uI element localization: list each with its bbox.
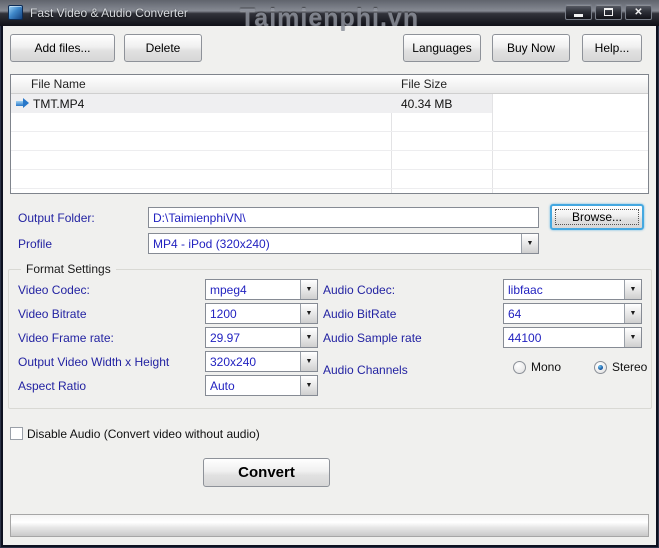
convert-button[interactable]: Convert xyxy=(203,458,330,487)
disable-audio-checkbox[interactable] xyxy=(10,427,23,440)
empty-row xyxy=(11,151,648,170)
radio-stereo-label: Stereo xyxy=(612,360,648,374)
output-size-value: 320x240 xyxy=(210,355,257,369)
video-codec-select[interactable]: mpeg4 ▼ xyxy=(205,279,318,300)
video-bitrate-select[interactable]: 1200 ▼ xyxy=(205,303,318,324)
buy-now-button[interactable]: Buy Now xyxy=(492,34,570,62)
aspect-ratio-value: Auto xyxy=(210,379,235,393)
window-controls: ✕ xyxy=(565,4,652,20)
minimize-icon xyxy=(574,13,583,17)
browse-button[interactable]: Browse... xyxy=(550,204,644,230)
chevron-down-icon: ▼ xyxy=(624,328,641,347)
output-folder-input[interactable] xyxy=(148,207,539,228)
close-button[interactable]: ✕ xyxy=(625,4,652,20)
chevron-down-icon: ▼ xyxy=(624,304,641,323)
chevron-down-icon: ▼ xyxy=(300,352,317,371)
output-size-label: Output Video Width x Height xyxy=(18,355,170,369)
client-area: Add files... Delete Languages Buy Now He… xyxy=(3,26,656,545)
file-size-cell: 40.34 MB xyxy=(401,97,453,111)
video-codec-label: Video Codec: xyxy=(18,283,90,297)
aspect-ratio-select[interactable]: Auto ▼ xyxy=(205,375,318,396)
video-frame-rate-label: Video Frame rate: xyxy=(18,331,114,345)
empty-row xyxy=(11,170,648,189)
empty-row xyxy=(11,113,648,132)
column-header-file-name[interactable]: File Name xyxy=(31,77,86,91)
minimize-button[interactable] xyxy=(565,4,592,20)
empty-row xyxy=(11,132,648,151)
chevron-down-icon: ▼ xyxy=(521,234,538,253)
radio-mono-icon xyxy=(513,360,526,374)
audio-sample-rate-value: 44100 xyxy=(508,331,542,345)
audio-channels-label: Audio Channels xyxy=(323,363,408,377)
chevron-down-icon: ▼ xyxy=(300,304,317,323)
add-files-button[interactable]: Add files... xyxy=(10,34,115,62)
audio-sample-rate-select[interactable]: 44100 ▼ xyxy=(503,327,642,348)
chevron-down-icon: ▼ xyxy=(300,280,317,299)
audio-bitrate-value: 64 xyxy=(508,307,522,321)
format-settings-title: Format Settings xyxy=(21,262,116,276)
video-bitrate-label: Video Bitrate xyxy=(18,307,87,321)
audio-sample-rate-label: Audio Sample rate xyxy=(323,331,422,345)
chevron-down-icon: ▼ xyxy=(300,328,317,347)
radio-stereo[interactable]: Stereo xyxy=(594,360,647,374)
audio-codec-select[interactable]: libfaac ▼ xyxy=(503,279,642,300)
app-window: Fast Video & Audio Converter ✕ Taimienph… xyxy=(0,0,659,548)
file-list: File Name File Size TMT.MP4 40.34 MB xyxy=(10,74,649,194)
delete-button[interactable]: Delete xyxy=(124,34,202,62)
close-icon: ✕ xyxy=(634,6,643,18)
output-size-select[interactable]: 320x240 ▼ xyxy=(205,351,318,372)
file-name-cell: TMT.MP4 xyxy=(33,97,85,111)
profile-select[interactable]: MP4 - iPod (320x240) ▼ xyxy=(148,233,539,254)
audio-bitrate-select[interactable]: 64 ▼ xyxy=(503,303,642,324)
video-codec-value: mpeg4 xyxy=(210,283,247,297)
window-title: Fast Video & Audio Converter xyxy=(30,6,188,20)
progress-bar xyxy=(10,514,649,537)
radio-mono[interactable]: Mono xyxy=(513,360,561,374)
audio-bitrate-label: Audio BitRate xyxy=(323,307,397,321)
profile-value: MP4 - iPod (320x240) xyxy=(153,237,270,251)
audio-codec-label: Audio Codec: xyxy=(323,283,396,297)
help-button[interactable]: Help... xyxy=(582,34,642,62)
file-row[interactable]: TMT.MP4 40.34 MB xyxy=(11,94,492,113)
audio-codec-value: libfaac xyxy=(508,283,543,297)
video-frame-rate-select[interactable]: 29.97 ▼ xyxy=(205,327,318,348)
chevron-down-icon: ▼ xyxy=(300,376,317,395)
languages-button[interactable]: Languages xyxy=(403,34,481,62)
radio-stereo-icon xyxy=(594,360,607,374)
video-frame-rate-value: 29.97 xyxy=(210,331,241,345)
app-icon xyxy=(8,5,23,20)
maximize-button[interactable] xyxy=(595,4,622,20)
video-bitrate-value: 1200 xyxy=(210,307,237,321)
file-list-header: File Name File Size xyxy=(11,75,648,94)
output-folder-label: Output Folder: xyxy=(18,211,95,225)
disable-audio-label: Disable Audio (Convert video without aud… xyxy=(27,427,260,441)
column-header-file-size[interactable]: File Size xyxy=(401,77,447,91)
radio-mono-label: Mono xyxy=(531,360,562,374)
profile-label: Profile xyxy=(18,237,53,251)
maximize-icon xyxy=(604,8,613,16)
aspect-ratio-label: Aspect Ratio xyxy=(18,379,87,393)
chevron-down-icon: ▼ xyxy=(624,280,641,299)
title-bar: Fast Video & Audio Converter ✕ xyxy=(0,0,659,26)
